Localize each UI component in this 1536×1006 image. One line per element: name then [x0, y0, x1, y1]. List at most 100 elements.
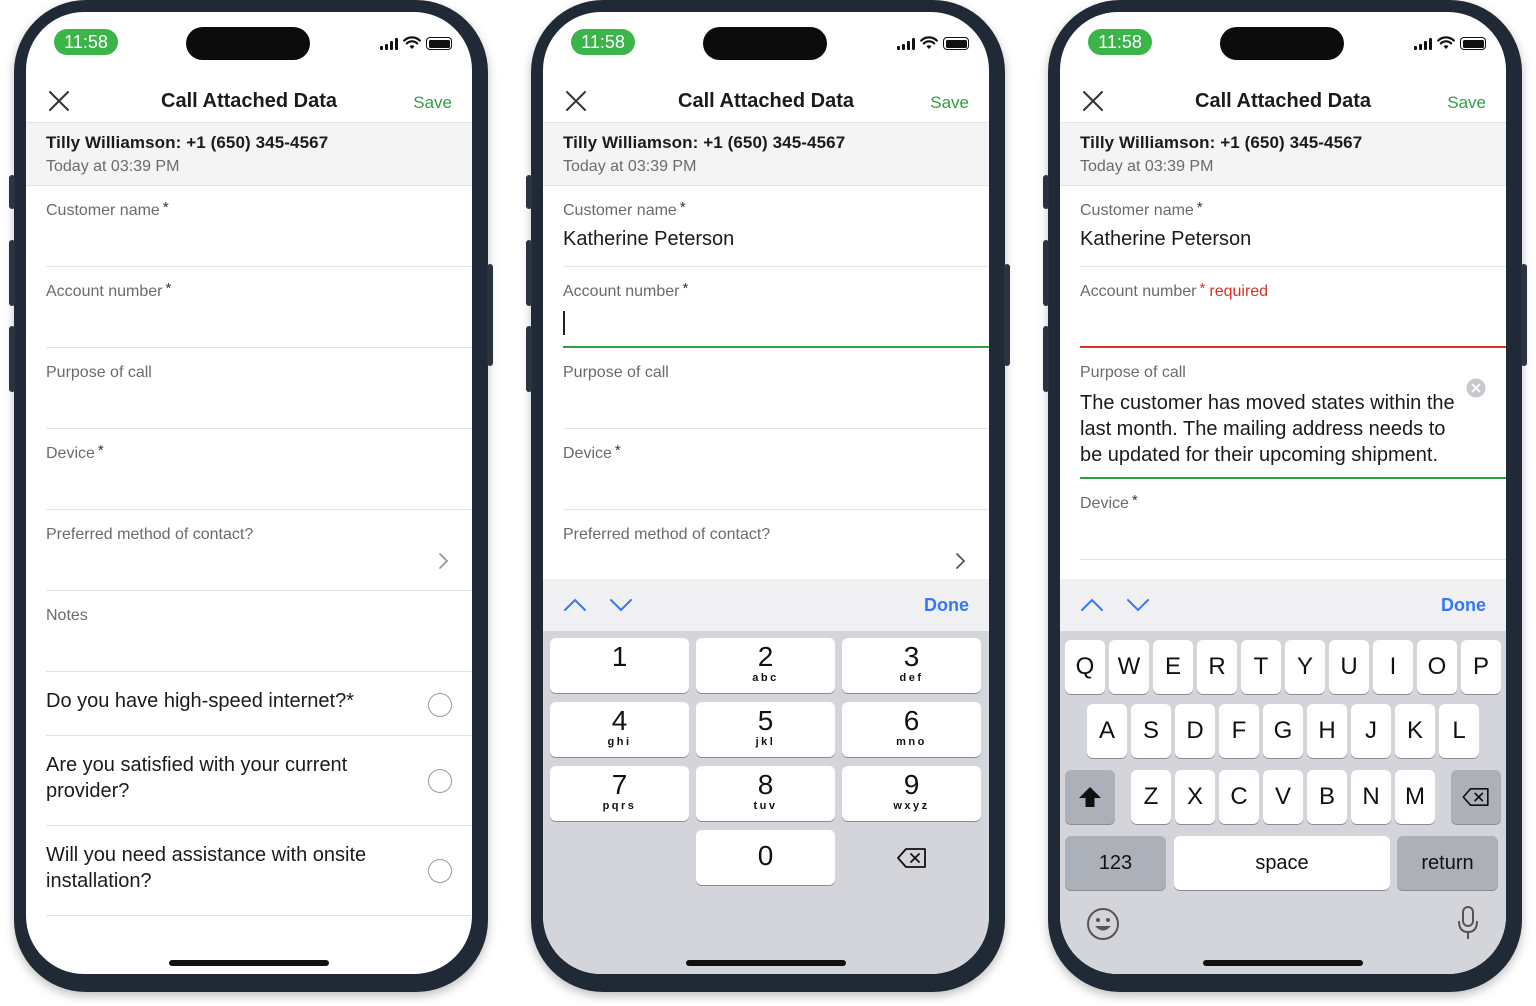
return-key[interactable]: return — [1397, 836, 1498, 890]
done-button[interactable]: Done — [1441, 595, 1486, 616]
qwerty-keyboard: Q W E R T Y U I O P A S D F G H J K L Z … — [1060, 631, 1506, 974]
purpose-of-call-field[interactable]: Purpose of call — [46, 348, 472, 429]
notes-field[interactable]: Notes — [46, 591, 472, 672]
save-button[interactable]: Save — [930, 93, 969, 113]
key-p[interactable]: P — [1461, 640, 1501, 694]
numpad-key-0[interactable]: 0 — [696, 830, 835, 885]
key-s[interactable]: S — [1131, 704, 1171, 758]
key-i[interactable]: I — [1373, 640, 1413, 694]
key-a[interactable]: A — [1087, 704, 1127, 758]
radio-button[interactable] — [428, 693, 452, 717]
emoji-icon[interactable] — [1086, 907, 1120, 941]
save-button[interactable]: Save — [413, 93, 452, 113]
device-field[interactable]: Device * — [1080, 479, 1506, 560]
key-h[interactable]: H — [1307, 704, 1347, 758]
numpad-key-2[interactable]: 2 abc — [696, 638, 835, 693]
delete-key[interactable] — [1451, 770, 1501, 824]
chevron-down-icon[interactable] — [609, 595, 633, 615]
key-e[interactable]: E — [1153, 640, 1193, 694]
purpose-of-call-field[interactable]: Purpose of call — [563, 348, 989, 429]
required-star: * — [346, 690, 355, 712]
contact-header: Tilly Williamson: +1 (650) 345-4567 Toda… — [543, 122, 989, 186]
customer-name-field[interactable]: Customer name * Katherine Peterson — [1080, 186, 1506, 267]
customer-name-field[interactable]: Customer name * — [46, 186, 472, 267]
numpad-key-9[interactable]: 9 wxyz — [842, 766, 981, 821]
key-l[interactable]: L — [1439, 704, 1479, 758]
key-z[interactable]: Z — [1131, 770, 1171, 824]
numpad-key-1[interactable]: 1 — [550, 638, 689, 693]
text-cursor — [563, 311, 565, 335]
account-number-field[interactable]: Account number * required — [1080, 267, 1506, 348]
key-g[interactable]: G — [1263, 704, 1303, 758]
chevron-up-icon[interactable] — [1080, 595, 1104, 615]
required-star: * — [1131, 492, 1138, 509]
account-number-field[interactable]: Account number * — [46, 267, 472, 348]
chevron-right-icon — [439, 553, 449, 569]
clear-text-icon[interactable] — [1466, 378, 1486, 398]
nav-bar: Call Attached Data Save — [26, 78, 472, 122]
key-v[interactable]: V — [1263, 770, 1303, 824]
wifi-icon — [403, 36, 421, 49]
key-d[interactable]: D — [1175, 704, 1215, 758]
purpose-of-call-field[interactable]: Purpose of call The customer has moved s… — [1080, 348, 1506, 479]
dynamic-island — [186, 27, 310, 60]
home-indicator[interactable] — [686, 960, 846, 966]
save-button[interactable]: Save — [1447, 93, 1486, 113]
required-star: * — [679, 199, 686, 216]
key-w[interactable]: W — [1109, 640, 1149, 694]
microphone-icon[interactable] — [1456, 905, 1480, 941]
key-r[interactable]: R — [1197, 640, 1237, 694]
home-indicator[interactable] — [1203, 960, 1363, 966]
preferred-contact-field[interactable]: Preferred method of contact? — [46, 510, 472, 591]
numpad-key-3[interactable]: 3 def — [842, 638, 981, 693]
required-star: * — [614, 442, 621, 459]
key-n[interactable]: N — [1351, 770, 1391, 824]
key-c[interactable]: C — [1219, 770, 1259, 824]
backspace-icon[interactable] — [897, 847, 927, 869]
numpad-key-7[interactable]: 7 pqrs — [550, 766, 689, 821]
key-q[interactable]: Q — [1065, 640, 1105, 694]
battery-icon — [943, 37, 969, 50]
question-row[interactable]: Do you have high-speed internet?* — [46, 672, 472, 736]
customer-name-value: Katherine Peterson — [563, 228, 735, 250]
key-o[interactable]: O — [1417, 640, 1457, 694]
key-x[interactable]: X — [1175, 770, 1215, 824]
numpad-key-4[interactable]: 4 ghi — [550, 702, 689, 757]
contact-name-phone: Tilly Williamson: +1 (650) 345-4567 — [1080, 133, 1363, 152]
status-time: 11:58 — [1088, 29, 1152, 55]
nav-bar: Call Attached Data Save — [543, 78, 989, 122]
account-number-field[interactable]: Account number * — [563, 267, 989, 348]
question-row[interactable]: Will you need assistance with onsite ins… — [46, 826, 472, 916]
numbers-key[interactable]: 123 — [1065, 836, 1166, 890]
done-button[interactable]: Done — [924, 595, 969, 616]
shift-key[interactable] — [1065, 770, 1115, 824]
key-m[interactable]: M — [1395, 770, 1435, 824]
home-indicator[interactable] — [169, 960, 329, 966]
cellular-signal-icon — [1414, 38, 1432, 50]
customer-name-label: Customer name — [46, 202, 160, 219]
key-f[interactable]: F — [1219, 704, 1259, 758]
key-b[interactable]: B — [1307, 770, 1347, 824]
key-u[interactable]: U — [1329, 640, 1369, 694]
key-k[interactable]: K — [1395, 704, 1435, 758]
numpad-key-8[interactable]: 8 tuv — [696, 766, 835, 821]
chevron-down-icon[interactable] — [1126, 595, 1150, 615]
question-row[interactable]: Are you satisfied with your current prov… — [46, 736, 472, 826]
chevron-up-icon[interactable] — [563, 595, 587, 615]
space-key[interactable]: space — [1174, 836, 1390, 890]
call-timestamp: Today at 03:39 PM — [1080, 158, 1214, 175]
device-field[interactable]: Device * — [563, 429, 989, 510]
device-field[interactable]: Device * — [46, 429, 472, 510]
purpose-of-call-value: The customer has moved states within the… — [1080, 392, 1455, 466]
required-star: * — [1196, 199, 1203, 216]
radio-button[interactable] — [428, 859, 452, 883]
status-bar: 11:58 — [26, 12, 472, 82]
customer-name-field[interactable]: Customer name * Katherine Peterson — [563, 186, 989, 267]
numpad-key-5[interactable]: 5 jkl — [696, 702, 835, 757]
contact-name-phone: Tilly Williamson: +1 (650) 345-4567 — [563, 133, 846, 152]
radio-button[interactable] — [428, 769, 452, 793]
key-j[interactable]: J — [1351, 704, 1391, 758]
numpad-key-6[interactable]: 6 mno — [842, 702, 981, 757]
key-y[interactable]: Y — [1285, 640, 1325, 694]
key-t[interactable]: T — [1241, 640, 1281, 694]
